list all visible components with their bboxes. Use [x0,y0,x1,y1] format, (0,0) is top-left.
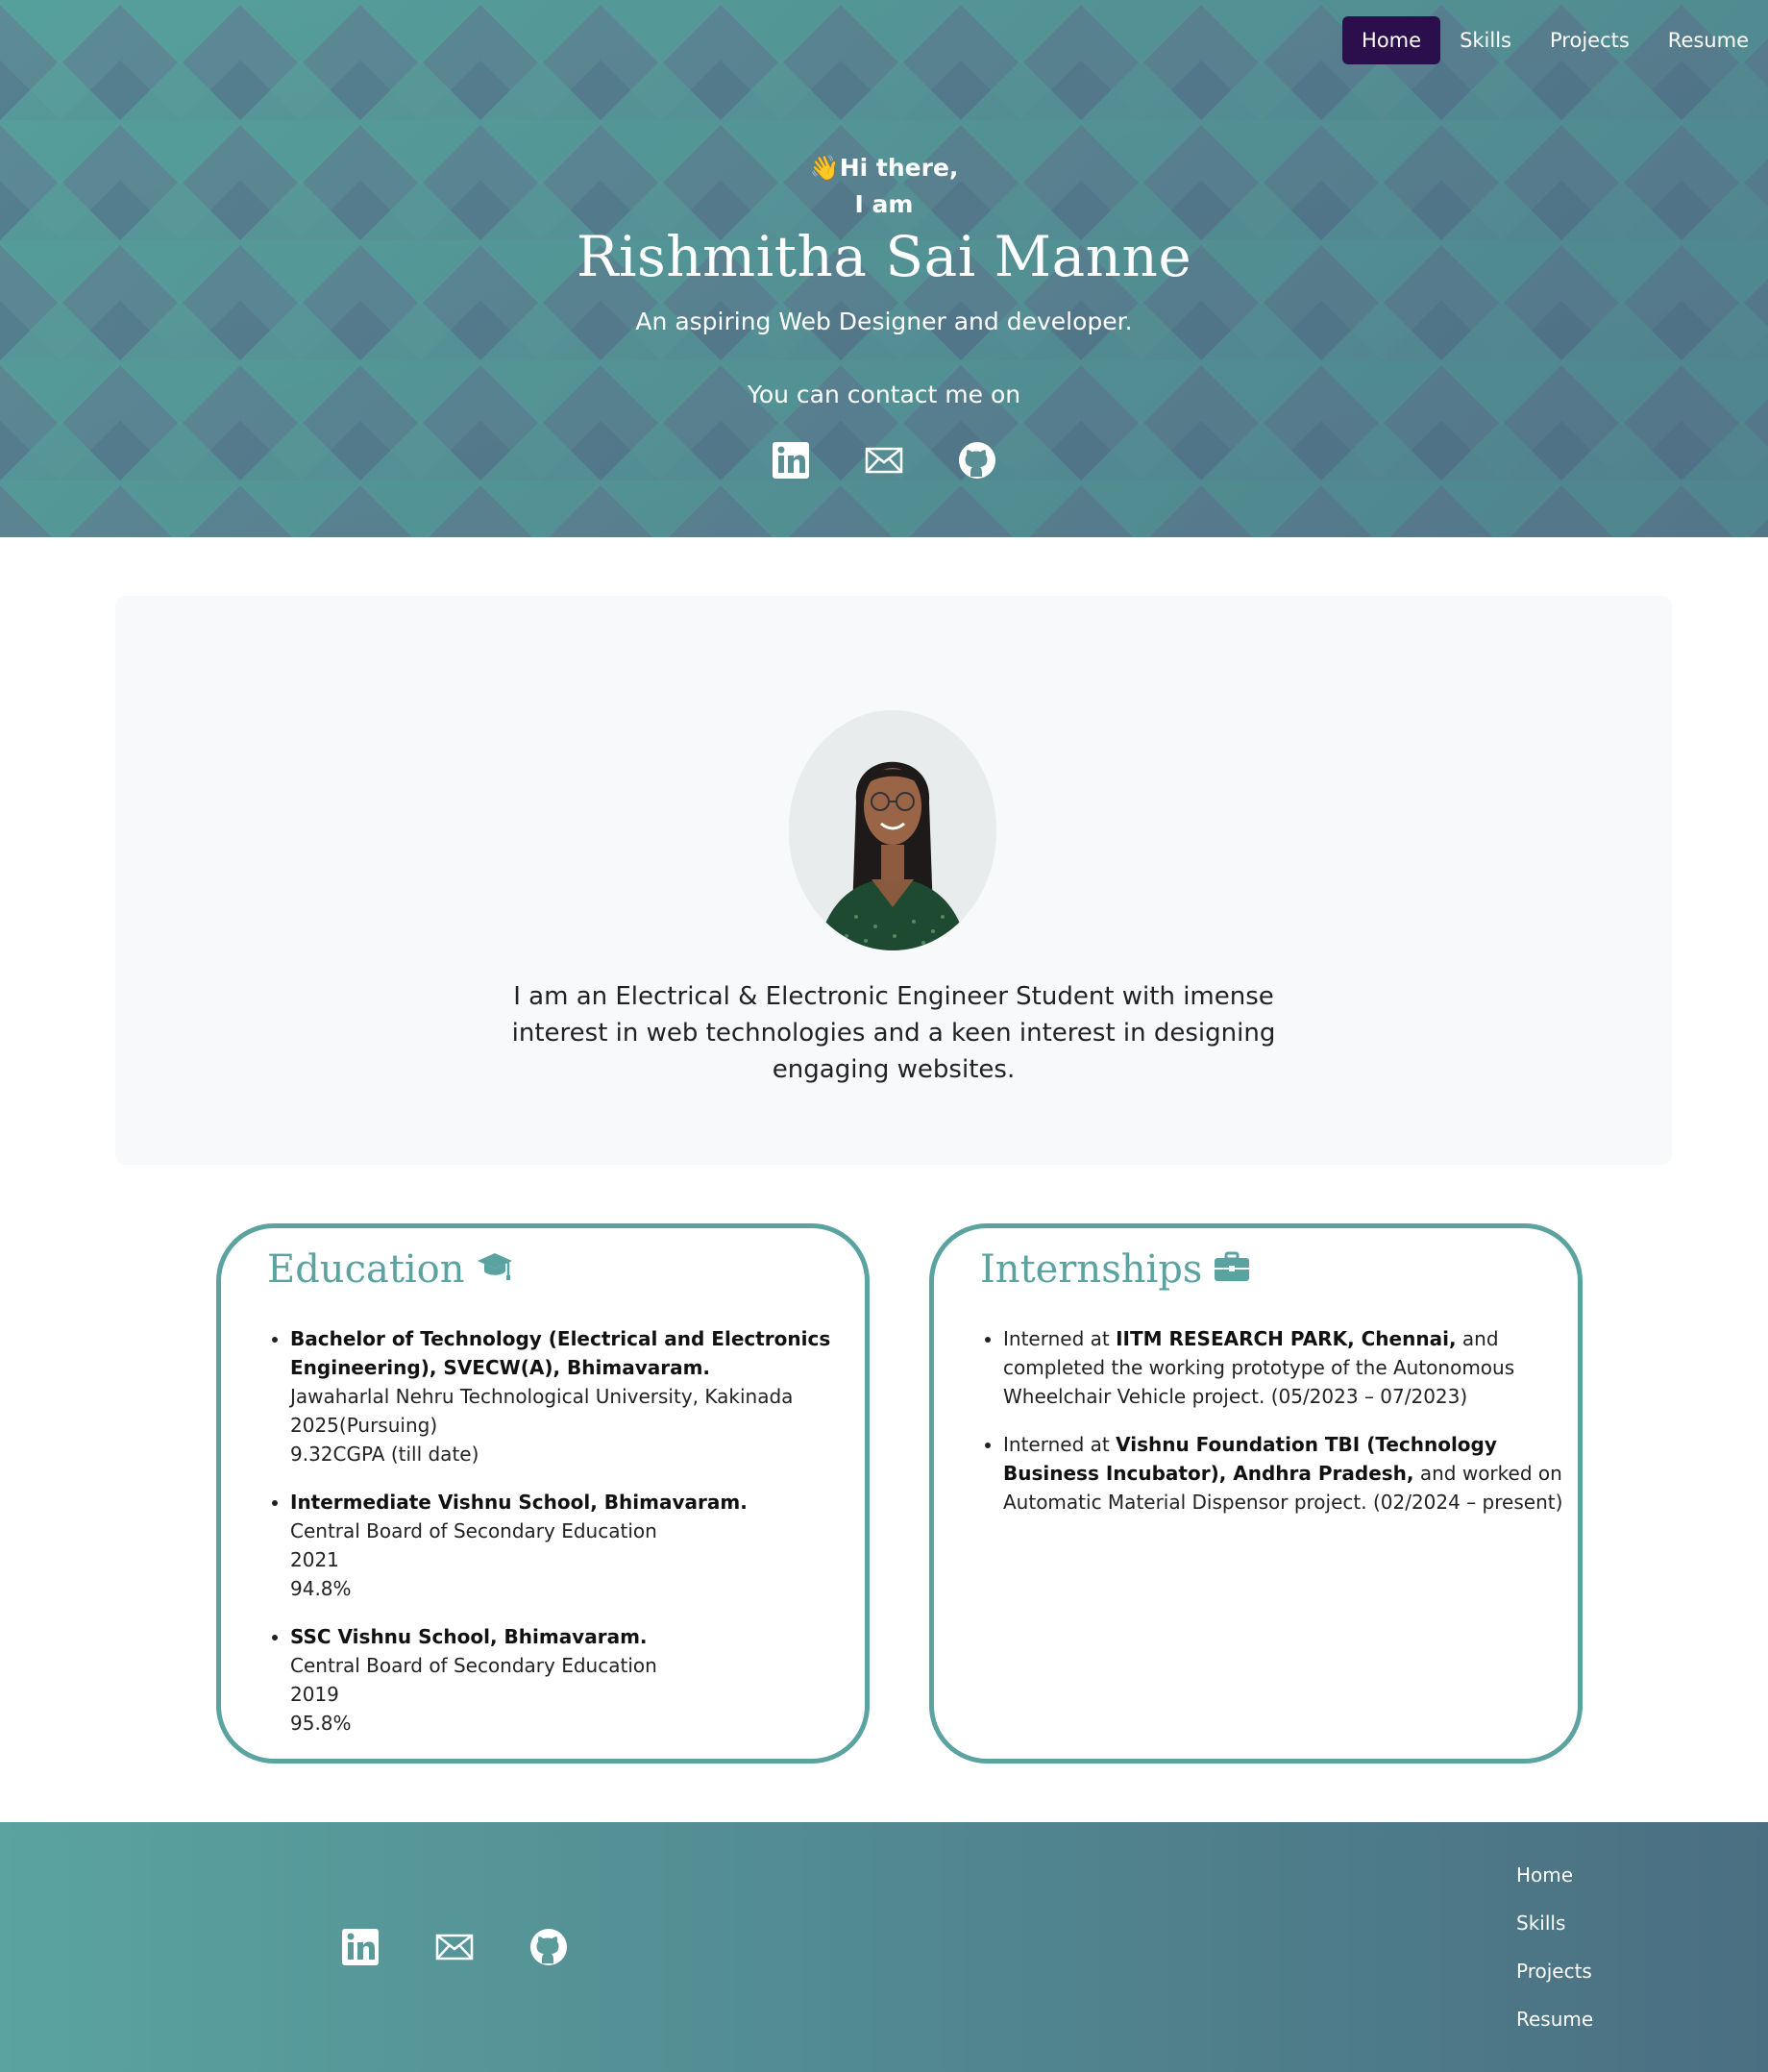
top-nav: Home Skills Projects Resume [1342,16,1768,64]
footer-link-skills[interactable]: Skills [1516,1909,1593,1957]
internships-title: Internships [980,1247,1250,1292]
education-item-heading: Intermediate Vishnu School, Bhimavaram. [290,1491,748,1514]
footer: Home Skills Projects Resume [0,1822,1768,2072]
education-item-line: 9.32CGPA (till date) [290,1443,479,1466]
briefcase-icon [1214,1247,1250,1292]
about-text: I am an Electrical & Electronic Engineer… [511,982,1276,1084]
profile-photo [789,710,996,950]
iam-text: I am [854,190,914,218]
education-list: Bachelor of Technology (Electrical and E… [267,1324,876,1757]
contact-text: You can contact me on [747,381,1021,408]
internships-card: Internships Interned at IITM RESEARCH PA… [929,1223,1583,1764]
education-item-line: Central Board of Secondary Education [290,1519,657,1542]
hero-social-icons [0,440,1768,481]
footer-link-projects[interactable]: Projects [1516,1957,1593,2005]
linkedin-icon[interactable] [340,1927,381,1967]
education-item-line: Central Board of Secondary Education [290,1654,657,1677]
internship-org: IITM RESEARCH PARK, Chennai, [1116,1327,1457,1350]
nav-skills[interactable]: Skills [1440,16,1531,64]
footer-link-resume[interactable]: Resume [1516,2005,1593,2053]
education-item-line: 2019 [290,1683,339,1706]
hero-name: Rishmitha Sai Manne [576,224,1192,289]
nav-projects[interactable]: Projects [1531,16,1649,64]
footer-nav: Home Skills Projects Resume [1516,1861,1593,2053]
hero-banner: Home Skills Projects Resume 👋Hi there, I… [0,0,1768,537]
list-item: SSC Vishnu School, Bhimavaram. Central B… [290,1622,876,1738]
list-item: Intermediate Vishnu School, Bhimavaram. … [290,1488,876,1603]
hero-tagline: An aspiring Web Designer and developer. [635,308,1133,335]
mail-icon[interactable] [864,440,904,481]
greeting: 👋Hi there, [0,154,1768,183]
education-card: Education Bachelor of Technology (Electr… [216,1223,870,1764]
mail-icon[interactable] [434,1927,475,1967]
education-item-line: 94.8% [290,1577,352,1600]
footer-social-icons [340,1927,569,1967]
internship-prefix: Interned at [1003,1327,1117,1350]
education-item-heading: SSC Vishnu School, Bhimavaram. [290,1625,648,1648]
linkedin-icon[interactable] [771,440,811,481]
education-title-text: Education [267,1247,465,1292]
nav-home[interactable]: Home [1342,16,1441,64]
greeting-text: Hi there, [839,154,959,182]
internship-prefix: Interned at [1003,1433,1117,1456]
education-item-line: 95.8% [290,1712,352,1735]
list-item: Interned at IITM RESEARCH PARK, Chennai,… [1003,1324,1589,1411]
about-section: I am an Electrical & Electronic Engineer… [115,596,1672,1165]
internships-title-text: Internships [980,1247,1203,1292]
education-item-line: 2021 [290,1548,339,1571]
education-item-line: Jawaharlal Nehru Technological Universit… [290,1385,794,1408]
github-icon[interactable] [957,440,997,481]
github-icon[interactable] [528,1927,569,1967]
footer-link-home[interactable]: Home [1516,1861,1593,1909]
nav-resume[interactable]: Resume [1649,16,1768,64]
internships-list: Interned at IITM RESEARCH PARK, Chennai,… [980,1324,1589,1536]
education-title: Education [267,1247,513,1292]
graduation-cap-icon [477,1247,513,1292]
waving-hand-icon: 👋 [809,154,840,182]
list-item: Bachelor of Technology (Electrical and E… [290,1324,876,1468]
education-item-heading: Bachelor of Technology (Electrical and E… [290,1327,831,1379]
list-item: Interned at Vishnu Foundation TBI (Techn… [1003,1430,1589,1517]
education-item-line: 2025(Pursuing) [290,1414,438,1437]
